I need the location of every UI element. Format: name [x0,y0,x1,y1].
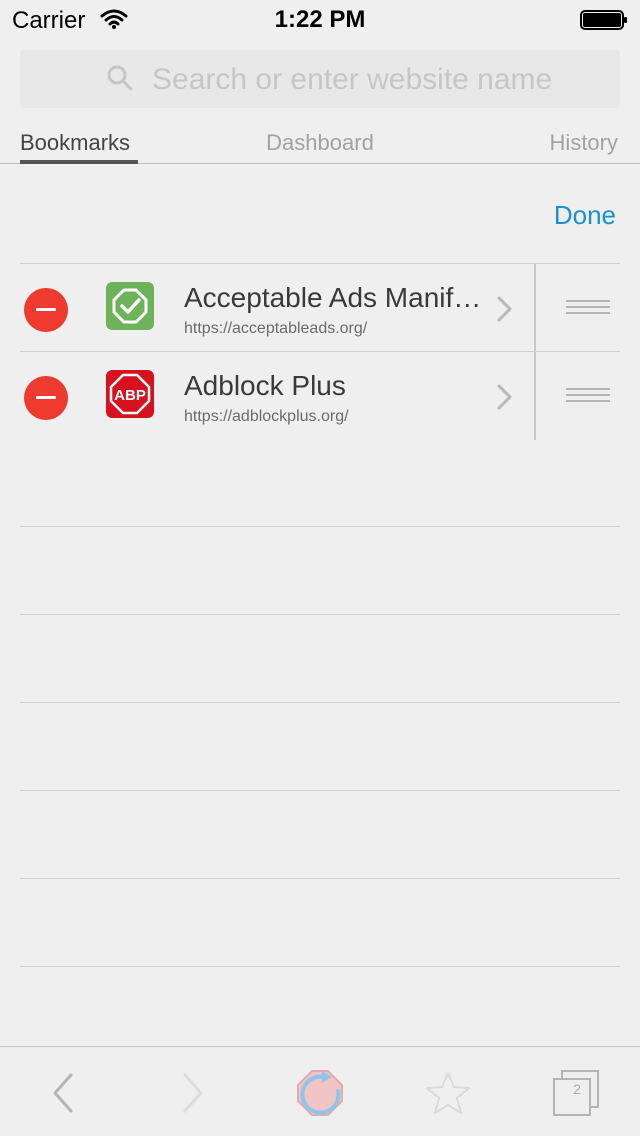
svg-text:ABP: ABP [114,387,146,404]
chevron-right-icon [183,1073,203,1113]
bookmark-list: Acceptable Ads Manifesto https://accepta… [20,263,620,967]
tab-dashboard[interactable]: Dashboard [0,130,640,156]
empty-row [20,791,620,879]
back-button[interactable] [34,1063,94,1123]
battery-icon [580,10,627,30]
abp-icon: ABP [106,370,154,418]
status-bar: Carrier 1:22 PM [0,0,640,40]
star-icon [426,1072,470,1114]
delete-bookmark-button[interactable] [24,288,68,332]
adblock-status-button[interactable] [290,1063,350,1123]
reorder-handle-icon[interactable] [566,388,610,404]
search-icon [107,65,133,91]
adblock-reload-icon [297,1070,343,1116]
search-placeholder: Search or enter website name [152,63,553,96]
empty-row [20,879,620,967]
reorder-handle-icon[interactable] [566,300,610,316]
acceptable-ads-icon [106,282,154,330]
empty-row [20,439,620,527]
chevron-left-icon [53,1073,73,1113]
bookmark-star-button[interactable] [418,1063,478,1123]
row-divider [534,264,536,352]
bookmark-url: https://adblockplus.org/ [184,408,349,425]
bookmark-row[interactable]: Acceptable Ads Manifesto https://accepta… [20,263,620,352]
bookmark-url: https://acceptableads.org/ [184,320,368,337]
empty-row [20,615,620,703]
row-divider [534,352,536,440]
done-button[interactable]: Done [554,200,616,231]
empty-row [20,703,620,791]
bookmark-title: Adblock Plus [184,370,346,401]
chevron-right-icon [497,384,512,410]
active-tab-indicator [20,160,138,164]
bottom-toolbar: 2 [0,1046,640,1136]
browser-screen: Carrier 1:22 PM Search or enter website … [0,0,640,1136]
tab-history[interactable]: History [550,130,618,156]
delete-bookmark-button[interactable] [24,376,68,420]
open-tabs-button[interactable]: 2 [546,1063,606,1123]
search-input[interactable]: Search or enter website name [20,50,620,108]
empty-row [20,527,620,615]
bookmark-row[interactable]: ABP Adblock Plus https://adblockplus.org… [20,351,620,440]
clock: 1:22 PM [274,6,366,33]
bookmark-title: Acceptable Ads Manifesto [184,282,486,313]
chevron-right-icon [497,296,512,322]
forward-button[interactable] [162,1063,222,1123]
tab-bar: Bookmarks Dashboard History [0,120,640,164]
tab-count: 2 [573,1081,581,1097]
